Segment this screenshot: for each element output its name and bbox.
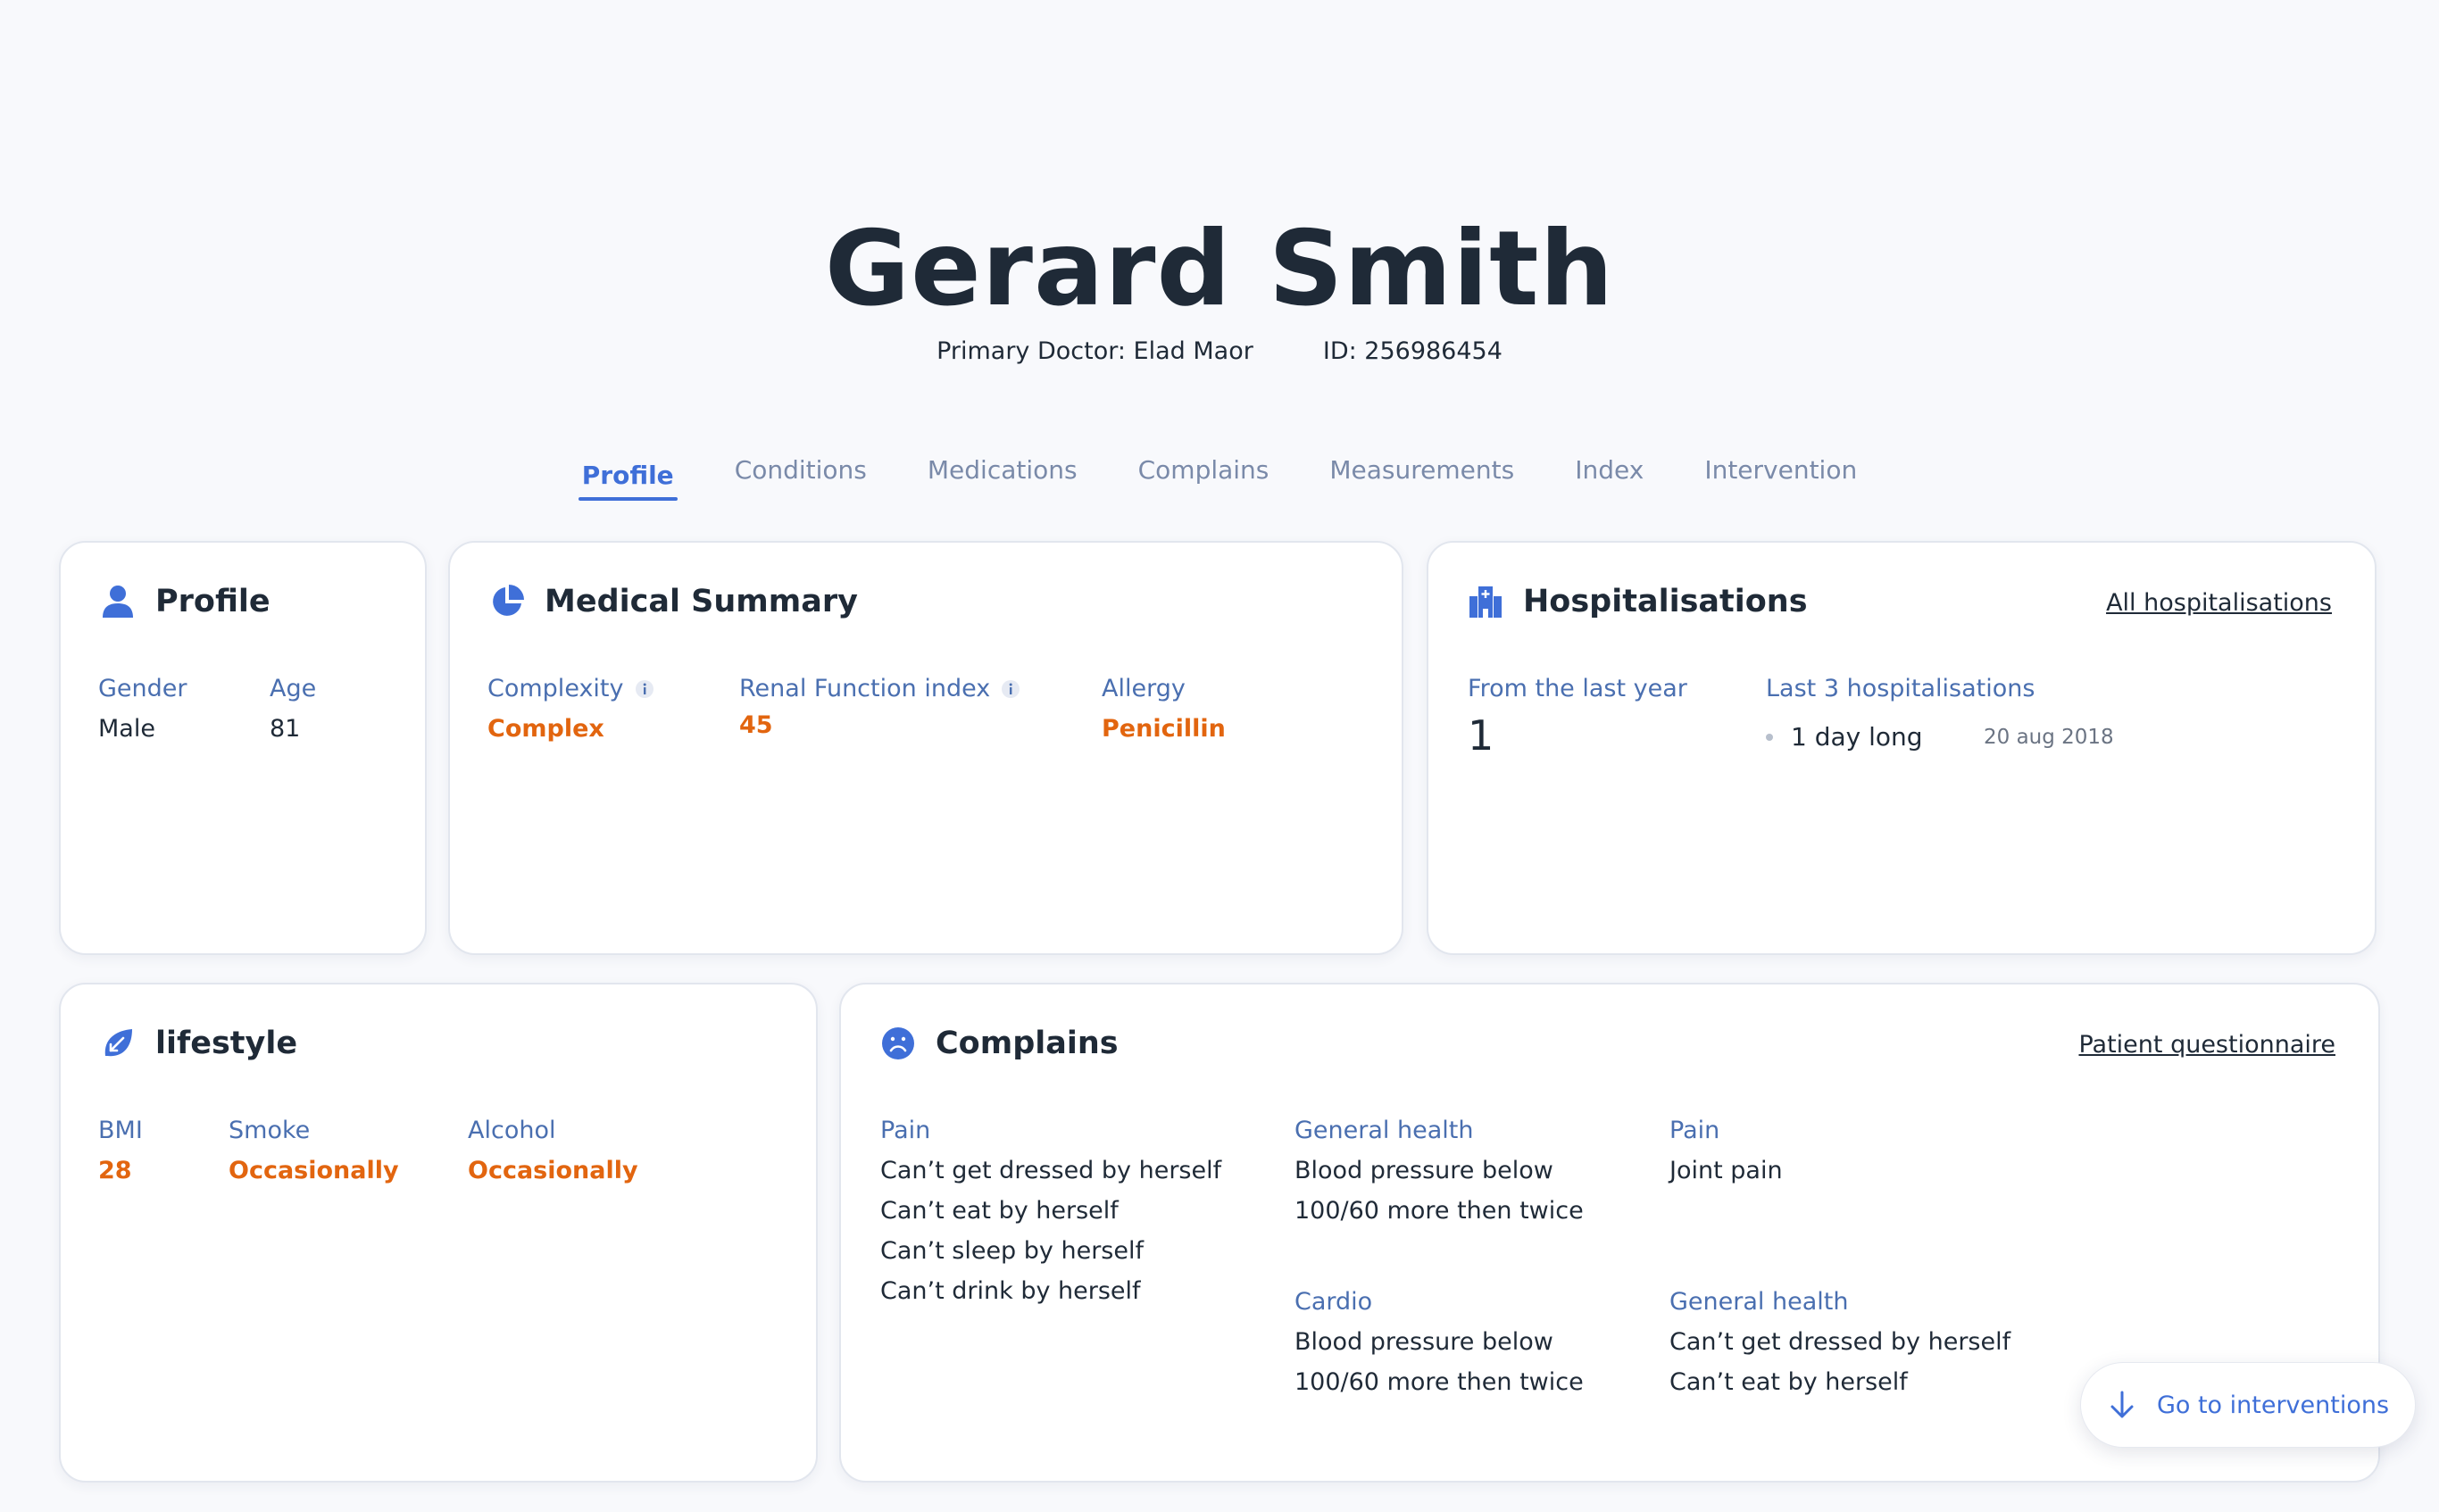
leaf-icon (104, 1029, 132, 1057)
complain-line: Blood pressure below (1294, 1157, 1553, 1184)
bmi-value: 28 (98, 1157, 132, 1184)
go-to-interventions-label: Go to interventions (2156, 1391, 2390, 1419)
complain-group-label: Cardio (1294, 1288, 1373, 1316)
complain-line: Joint pain (1669, 1157, 1783, 1184)
renal-label: Renal Function index (739, 675, 1020, 702)
patient-name: Gerard Smith (824, 209, 1615, 329)
complain-line: Blood pressure below (1294, 1328, 1553, 1356)
gender-value: Male (98, 715, 155, 743)
patient-id: ID: 256986454 (1322, 337, 1503, 365)
smoke-label: Smoke (229, 1117, 311, 1144)
smoke-field: Smoke Occasionally (229, 1117, 399, 1184)
hospitalisations-title-text: Hospitalisations (1523, 584, 1808, 619)
complain-group-label: General health (1669, 1288, 1849, 1316)
tab-profile[interactable]: Profile (578, 461, 678, 501)
hospitalisation-duration: 1 day long (1791, 722, 1923, 752)
smoke-value: Occasionally (229, 1157, 399, 1184)
info-icon[interactable] (635, 679, 654, 699)
complain-line: 100/60 more then twice (1294, 1197, 1584, 1225)
complain-line: 100/60 more then twice (1294, 1368, 1584, 1396)
renal-label-text: Renal Function index (739, 675, 991, 702)
allergy-field: Allergy Penicillin (1102, 675, 1226, 743)
sad-face-icon (882, 1027, 914, 1059)
complain-group-pain: Pain Can’t get dressed by herself Can’t … (880, 1117, 1221, 1305)
complains-title: Complains (880, 1026, 1119, 1061)
complain-line: Can’t eat by herself (880, 1197, 1119, 1225)
complains-title-text: Complains (936, 1026, 1119, 1061)
hospital-icon (1469, 586, 1502, 618)
all-hospitalisations-link[interactable]: All hospitalisations (2106, 589, 2332, 617)
last-year-field: From the last year 1 (1468, 675, 1687, 760)
last-year-label: From the last year (1468, 675, 1687, 702)
patient-subline: Primary Doctor: Elad Maor ID: 256986454 (0, 337, 2439, 365)
tab-bar: Profile Conditions Medications Complains… (0, 455, 2439, 501)
complain-group-label: General health (1294, 1117, 1474, 1144)
complain-line: Can’t sleep by herself (880, 1237, 1144, 1265)
medical-summary-title-text: Medical Summary (545, 584, 858, 619)
last-3-field: Last 3 hospitalisations 1 day long 20 au… (1766, 675, 2114, 752)
complain-line: Can’t get dressed by herself (1669, 1328, 2011, 1356)
lifestyle-card: lifestyle BMI 28 Smoke Occasionally Alco… (59, 983, 818, 1483)
alcohol-label: Alcohol (468, 1117, 556, 1144)
renal-field: Renal Function index 45 (739, 675, 1020, 739)
lifestyle-title-text: lifestyle (155, 1026, 298, 1061)
complain-group-cardio: Cardio Blood pressure below 100/60 more … (1294, 1288, 1584, 1396)
info-icon[interactable] (1001, 679, 1020, 699)
lifestyle-title: lifestyle (100, 1026, 297, 1061)
alcohol-value: Occasionally (468, 1157, 638, 1184)
complain-group-label: Pain (880, 1117, 931, 1144)
last-year-value: 1 (1468, 711, 1494, 760)
arrow-down-icon (2110, 1391, 2134, 1418)
go-to-interventions-button[interactable]: Go to interventions (2080, 1362, 2416, 1448)
complain-line: Can’t drink by herself (880, 1277, 1141, 1305)
hospitalisation-date: 20 aug 2018 (1984, 725, 2114, 749)
tab-measurements[interactable]: Measurements (1329, 455, 1514, 501)
bmi-field: BMI 28 (98, 1117, 143, 1184)
tab-index[interactable]: Index (1575, 455, 1644, 501)
gender-label: Gender (98, 675, 187, 702)
allergy-label: Allergy (1102, 675, 1186, 702)
complexity-label: Complexity (487, 675, 654, 702)
person-icon (103, 586, 133, 618)
bmi-label: BMI (98, 1117, 143, 1144)
hospitalisations-title: Hospitalisations (1468, 584, 1808, 619)
complexity-label-text: Complexity (487, 675, 624, 702)
age-field: Age 81 (270, 675, 316, 743)
complain-group-pain-2: Pain Joint pain (1669, 1117, 1783, 1184)
complexity-value: Complex (487, 715, 604, 743)
profile-card: Profile Gender Male Age 81 (59, 541, 427, 955)
complain-line: Can’t get dressed by herself (880, 1157, 1222, 1184)
complain-group-general-health-2: General health Can’t get dressed by hers… (1669, 1288, 2010, 1396)
gender-field: Gender Male (98, 675, 187, 743)
renal-value: 45 (739, 711, 773, 739)
pie-chart-icon (493, 585, 524, 616)
allergy-value: Penicillin (1102, 715, 1226, 743)
complain-group-general-health: General health Blood pressure below 100/… (1294, 1117, 1584, 1225)
bullet-dot (1766, 733, 1773, 741)
tab-complains[interactable]: Complains (1138, 455, 1269, 501)
hospitalisation-item[interactable]: 1 day long 20 aug 2018 (1766, 722, 2114, 752)
complain-line: Can’t eat by herself (1669, 1368, 1908, 1396)
tab-medications[interactable]: Medications (928, 455, 1078, 501)
patient-questionnaire-link[interactable]: Patient questionnaire (2078, 1031, 2335, 1059)
profile-title-text: Profile (155, 584, 271, 619)
last-3-label: Last 3 hospitalisations (1766, 675, 2035, 702)
medical-summary-title: Medical Summary (489, 584, 858, 619)
primary-doctor: Primary Doctor: Elad Maor (936, 337, 1253, 365)
medical-summary-card: Medical Summary Complexity Complex Renal… (448, 541, 1403, 955)
tab-conditions[interactable]: Conditions (735, 455, 867, 501)
hospitalisations-card: Hospitalisations All hospitalisations Fr… (1427, 541, 2377, 955)
complain-group-label: Pain (1669, 1117, 1720, 1144)
age-label: Age (270, 675, 317, 702)
profile-card-title: Profile (100, 584, 271, 619)
age-value: 81 (270, 715, 301, 743)
complexity-field: Complexity Complex (487, 675, 654, 743)
tab-intervention[interactable]: Intervention (1704, 455, 1857, 501)
alcohol-field: Alcohol Occasionally (468, 1117, 638, 1184)
